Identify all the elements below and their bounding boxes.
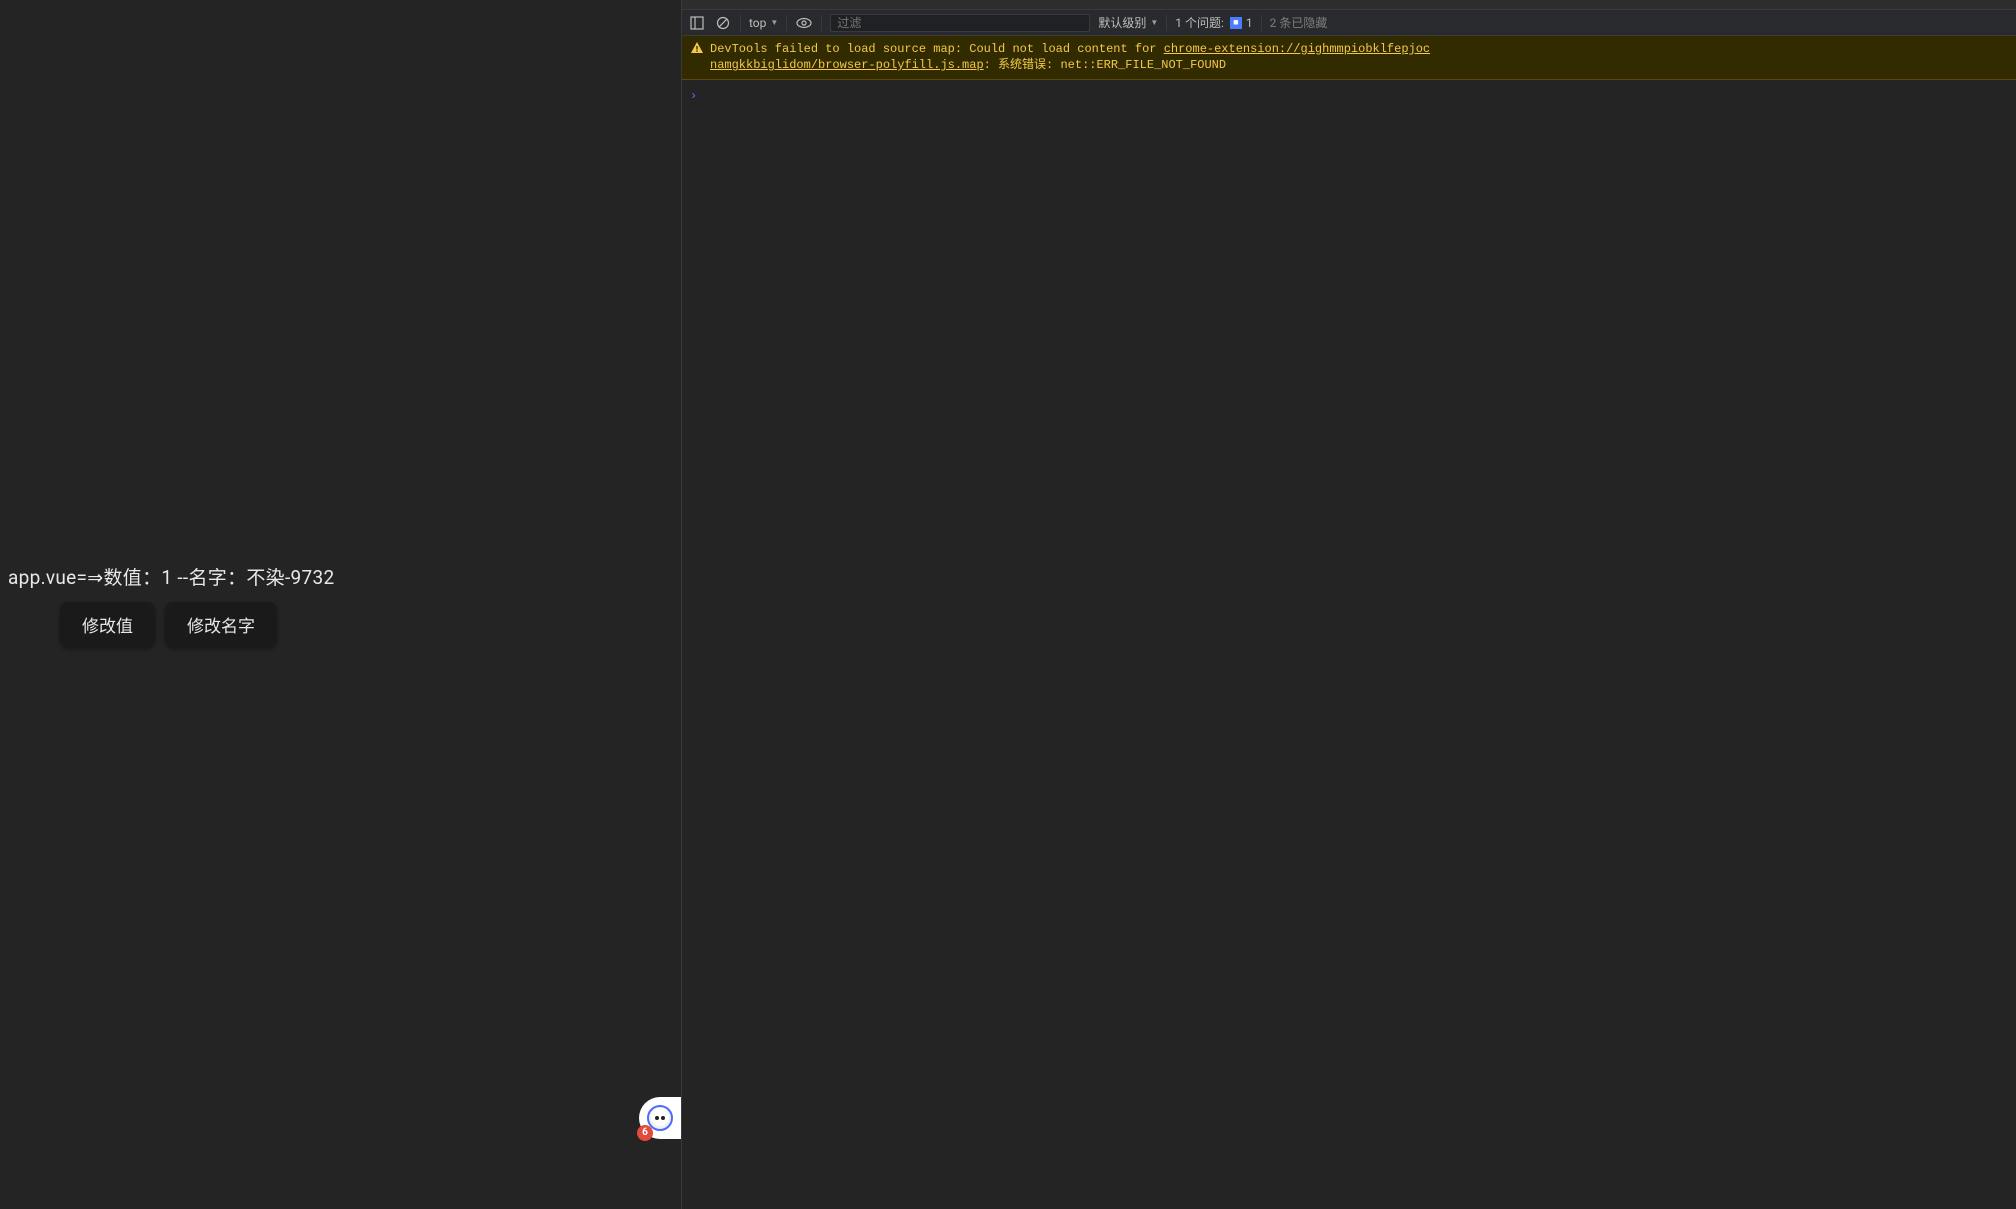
assistant-widget[interactable]: 6	[639, 1097, 681, 1139]
issues-count: 1	[1246, 16, 1253, 30]
button-row: 修改值 修改名字	[8, 602, 277, 647]
app-text-line: app.vue=⇒数值：1 --名字：不染-9732	[8, 563, 334, 590]
toolbar-separator	[1261, 15, 1262, 31]
warning-icon	[690, 41, 704, 55]
toggle-sidebar-icon[interactable]	[688, 14, 706, 32]
clear-console-icon[interactable]	[714, 14, 732, 32]
modify-name-button[interactable]: 修改名字	[165, 602, 277, 647]
warning-url-part2[interactable]: namgkkbiglidom/browser-polyfill.js.map	[710, 58, 984, 72]
toolbar-separator	[1166, 15, 1167, 31]
devtools-pane: top ▼ 默认级别 ▼ 1 个问题: ■ 1 2 条已隐藏 DevTools …	[681, 0, 2016, 1209]
console-prompt-icon: ›	[690, 89, 697, 103]
toolbar-separator	[740, 15, 741, 31]
assistant-badge: 6	[637, 1125, 653, 1141]
issues-label: 1 个问题:	[1175, 14, 1224, 31]
issue-count-icon: ■	[1230, 17, 1242, 29]
log-level-select[interactable]: 默认级别 ▼	[1098, 14, 1158, 31]
filter-input[interactable]	[830, 14, 1090, 32]
modify-value-button[interactable]: 修改值	[60, 602, 155, 647]
log-level-label: 默认级别	[1098, 14, 1146, 31]
console-toolbar: top ▼ 默认级别 ▼ 1 个问题: ■ 1 2 条已隐藏	[682, 10, 2016, 36]
context-select[interactable]: top ▼	[749, 16, 778, 30]
issues-badge: ■ 1	[1230, 16, 1253, 30]
devtools-tabstrip[interactable]	[682, 0, 2016, 10]
warning-suffix: : 系统错误: net::ERR_FILE_NOT_FOUND	[984, 58, 1226, 72]
context-label: top	[749, 16, 766, 30]
toolbar-separator	[786, 15, 787, 31]
console-warning-row: DevTools failed to load source map: Coul…	[682, 36, 2016, 80]
chevron-down-icon: ▼	[1150, 18, 1158, 27]
app-viewport: app.vue=⇒数值：1 --名字：不染-9732 修改值 修改名字 6	[0, 0, 681, 1209]
live-expression-icon[interactable]	[795, 14, 813, 32]
issues-summary[interactable]: 1 个问题: ■ 1	[1175, 14, 1252, 31]
toolbar-separator	[821, 15, 822, 31]
console-body[interactable]: ›	[682, 80, 2016, 1209]
warning-prefix: DevTools failed to load source map: Coul…	[710, 42, 1164, 56]
hidden-messages-label[interactable]: 2 条已隐藏	[1270, 14, 1328, 31]
warning-url-part1[interactable]: chrome-extension://gighmmpiobklfepjoc	[1164, 42, 1430, 56]
chevron-down-icon: ▼	[770, 18, 778, 27]
